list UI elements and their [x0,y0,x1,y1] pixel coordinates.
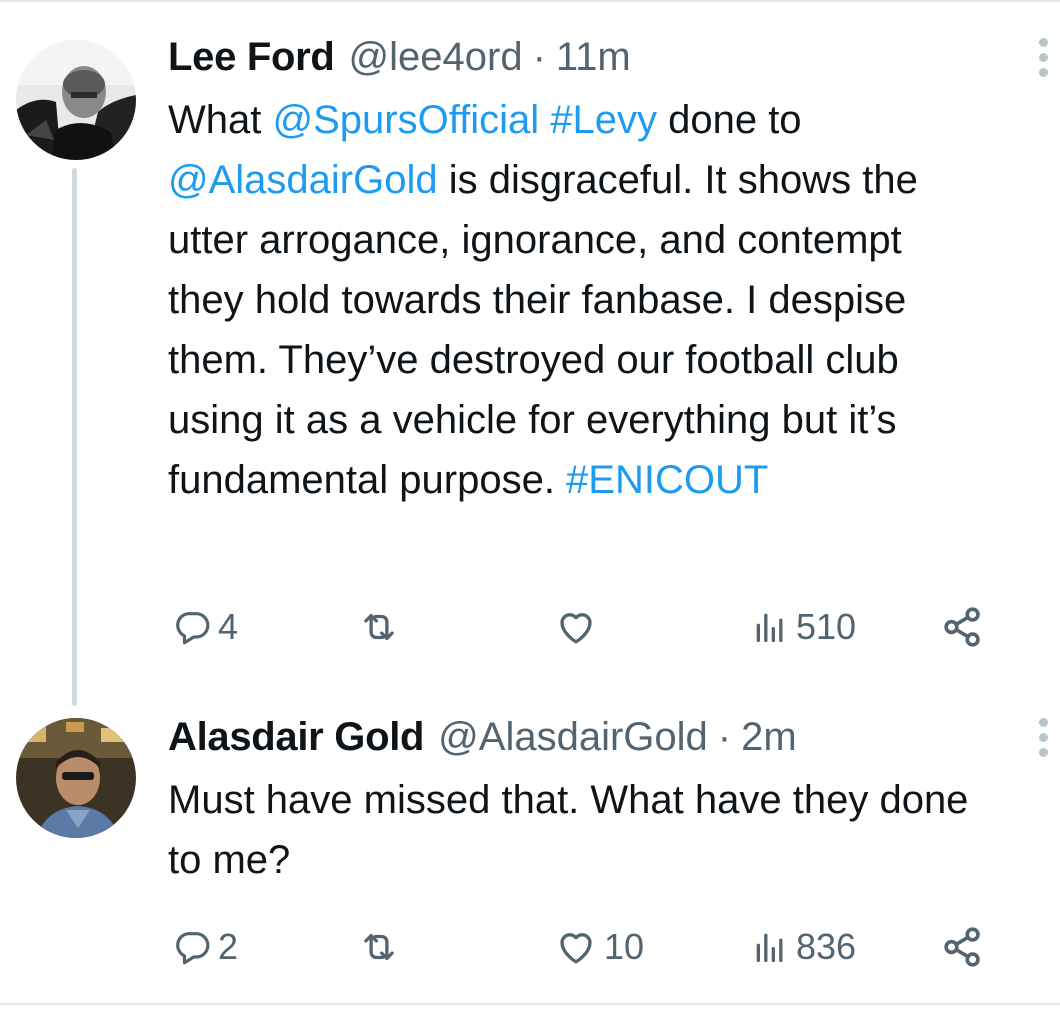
tweet-alasdair-gold[interactable]: Alasdair Gold @AlasdairGold · 2m Must ha… [168,712,1048,967]
mention-link[interactable]: @SpursOfficial [272,98,539,142]
tweet-action-bar: 4 510 [168,602,998,652]
more-options-button[interactable] [1028,712,1058,762]
tweet-header: Alasdair Gold @AlasdairGold · 2m [168,712,998,762]
share-button[interactable] [940,602,986,652]
more-vertical-icon-dot [1038,67,1048,77]
tweet-text-segment: Must have missed that. What have they do… [168,778,969,882]
more-options-button[interactable] [1028,32,1058,82]
display-name[interactable]: Lee Ford [168,32,335,82]
mention-link[interactable]: @AlasdairGold [168,158,438,202]
views-icon [756,613,783,642]
more-vertical-icon-dot [1038,747,1048,757]
retweet-button[interactable] [358,922,406,972]
reply-count: 4 [218,606,239,647]
avatar-image [16,718,136,838]
views-icon [756,933,783,962]
timestamp[interactable]: 11m [556,32,631,82]
share-icon [944,927,980,967]
user-handle[interactable]: @lee4ord [349,32,523,82]
thread-connector-line [72,168,77,706]
like-count: 10 [604,926,645,967]
tweet-header: Lee Ford @lee4ord · 11m [168,32,998,82]
reply-count: 2 [218,926,239,967]
tweet-text-segment [539,98,550,142]
share-button[interactable] [940,922,986,972]
tweet-text-segment: is disgraceful. It shows the utter arrog… [168,158,918,502]
tweet-text-segment: What [168,98,273,142]
tweet-lee-ford[interactable]: Lee Ford @lee4ord · 11m What @SpursOffic… [168,32,1048,647]
like-button[interactable]: 10 [554,922,644,972]
more-vertical-icon [1038,717,1048,727]
timestamp[interactable]: 2m [741,712,797,762]
more-vertical-icon-dot [1038,732,1048,742]
views-button[interactable]: 836 [750,922,856,972]
reply-icon [176,932,210,965]
heart-icon [560,933,592,964]
reply-button[interactable]: 4 [172,602,238,652]
avatar-image [16,40,136,160]
more-vertical-icon [1038,37,1048,47]
reply-icon [176,612,210,645]
tweet-text-segment: done to [656,98,802,142]
retweet-icon [364,613,394,641]
more-vertical-icon-dot [1038,52,1048,62]
separator-dot: · [717,715,732,759]
user-handle[interactable]: @AlasdairGold [438,712,708,762]
display-name[interactable]: Alasdair Gold [168,712,424,762]
retweet-icon [364,933,394,961]
top-divider [0,0,1060,2]
avatar-alasdair-gold[interactable] [16,718,136,838]
separator-dot: · [532,35,546,79]
tweet-text: What @SpursOfficial #Levy done to @Alasd… [168,90,988,510]
heart-icon [560,613,592,644]
avatar-lee-ford[interactable] [16,40,136,160]
hashtag-link[interactable]: #ENICOUT [566,458,768,502]
reply-button[interactable]: 2 [172,922,238,972]
like-button[interactable] [554,602,604,652]
views-count: 510 [796,606,857,647]
share-icon [944,607,980,647]
views-button[interactable]: 510 [750,602,856,652]
tweet-text: Must have missed that. What have they do… [168,770,988,890]
bottom-divider [0,1003,1060,1005]
tweet-action-bar: 2 10 836 [168,922,998,972]
retweet-button[interactable] [358,602,406,652]
views-count: 836 [796,926,857,967]
hashtag-link[interactable]: #Levy [550,98,657,142]
